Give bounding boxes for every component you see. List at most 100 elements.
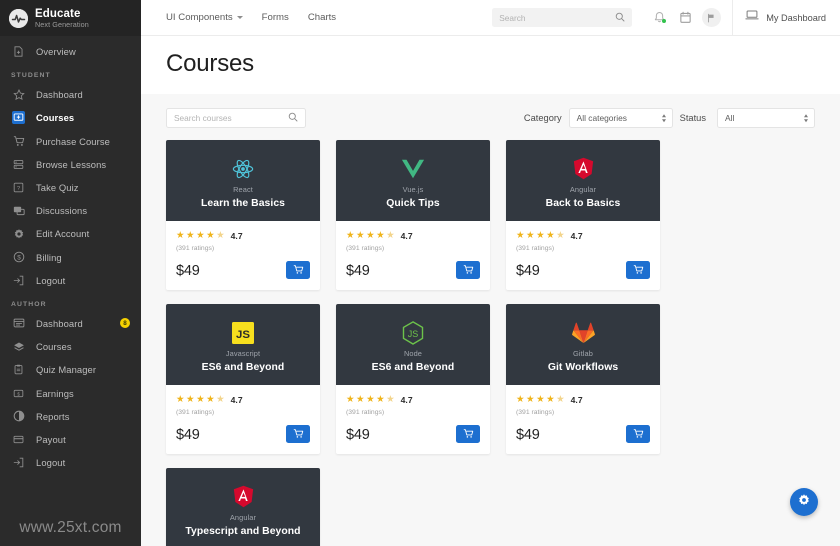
course-title: Git Workflows	[548, 362, 618, 373]
course-search[interactable]	[166, 108, 306, 128]
star-icon: ★	[536, 395, 545, 405]
sidebar-item-purchase-course[interactable]: Purchase Course	[0, 130, 141, 153]
status-select[interactable]: All	[717, 108, 815, 128]
sidebar-item-take-quiz[interactable]: ? Take Quiz	[0, 176, 141, 199]
sidebar-item-logout-student[interactable]: Logout	[0, 269, 141, 292]
sidebar-item-dashboard-student[interactable]: Dashboard	[0, 83, 141, 106]
app-root: Educate Next Generation Overview STUDENT…	[0, 0, 840, 546]
course-card[interactable]: JSNodeES6 and Beyond★★★★★4.7(391 ratings…	[336, 304, 490, 454]
star-icon: ★	[556, 231, 565, 241]
status-value: All	[725, 113, 734, 123]
vue-icon	[401, 157, 425, 181]
course-card-hero: JSNodeES6 and Beyond	[336, 304, 490, 385]
add-to-cart-button[interactable]	[456, 261, 480, 279]
sidebar-item-courses-author[interactable]: Courses	[0, 335, 141, 358]
tab-ui-components[interactable]: UI Components	[166, 12, 243, 23]
course-card[interactable]: ReactLearn the Basics★★★★★4.7(391 rating…	[166, 140, 320, 290]
course-card[interactable]: GitlabGit Workflows★★★★★4.7(391 ratings)…	[506, 304, 660, 454]
topbar-right: My Dashboard	[492, 0, 840, 36]
course-card[interactable]: JSJavascriptES6 and Beyond★★★★★4.7(391 r…	[166, 304, 320, 454]
course-grid: ReactLearn the Basics★★★★★4.7(391 rating…	[162, 140, 819, 546]
sidebar-item-logout-author[interactable]: Logout	[0, 451, 141, 474]
money-icon: $	[12, 387, 25, 400]
star-icon: ★	[366, 395, 375, 405]
star-icon: ★	[376, 231, 385, 241]
add-to-cart-button[interactable]	[626, 261, 650, 279]
sidebar-item-label: Logout	[36, 457, 65, 468]
ratings-count: (391 ratings)	[176, 245, 310, 252]
star-icon: ★	[546, 231, 555, 241]
star-icon: ★	[206, 395, 215, 405]
tab-forms[interactable]: Forms	[262, 12, 289, 23]
gitlab-icon	[572, 321, 595, 345]
add-to-cart-button[interactable]	[456, 425, 480, 443]
course-card-body: ★★★★★4.7(391 ratings)$49	[336, 385, 490, 454]
sidebar-item-earnings[interactable]: $ Earnings	[0, 381, 141, 404]
stepper-icon	[804, 114, 808, 122]
sidebar-item-overview[interactable]: Overview	[0, 40, 141, 63]
layers-icon	[12, 340, 25, 353]
course-price: $49	[346, 263, 370, 279]
course-card-body: ★★★★★4.7(391 ratings)$49	[166, 385, 320, 454]
content-area: Category All categories Status All React…	[141, 94, 840, 546]
flag-icon	[702, 8, 721, 27]
cart-icon	[293, 263, 304, 278]
course-card-hero: AngularTypescript and Beyond	[166, 468, 320, 546]
ratings-count: (391 ratings)	[176, 409, 310, 416]
brand-header[interactable]: Educate Next Generation	[0, 0, 141, 36]
star-icon: ★	[216, 395, 225, 405]
star-icon: ★	[386, 231, 395, 241]
course-card-body: ★★★★★4.7(391 ratings)$49	[166, 221, 320, 290]
sidebar-item-label: Courses	[36, 112, 74, 123]
course-card[interactable]: AngularTypescript and Beyond★★★★★4.7(391…	[166, 468, 320, 546]
settings-fab-button[interactable]	[790, 488, 818, 516]
course-card-hero: Vue.jsQuick Tips	[336, 140, 490, 221]
sidebar-item-label: Logout	[36, 275, 65, 286]
category-select[interactable]: All categories	[569, 108, 673, 128]
sidebar-item-billing[interactable]: $ Billing	[0, 246, 141, 269]
svg-text:JS: JS	[408, 328, 419, 338]
search-courses-input[interactable]	[174, 113, 288, 123]
sidebar-item-discussions[interactable]: Discussions	[0, 199, 141, 222]
sidebar-item-edit-account[interactable]: Edit Account	[0, 222, 141, 245]
star-rating: ★★★★★	[516, 231, 565, 241]
star-icon: ★	[356, 231, 365, 241]
sidebar-item-label: Dashboard	[36, 318, 83, 329]
sidebar-item-reports[interactable]: Reports	[0, 405, 141, 428]
tab-charts[interactable]: Charts	[308, 12, 336, 23]
sidebar-item-dashboard-author[interactable]: Dashboard 8	[0, 312, 141, 335]
sidebar-item-quiz-manager[interactable]: Quiz Manager	[0, 358, 141, 381]
add-to-cart-button[interactable]	[626, 425, 650, 443]
course-card[interactable]: Vue.jsQuick Tips★★★★★4.7(391 ratings)$49	[336, 140, 490, 290]
cart-icon	[633, 427, 644, 442]
course-price: $49	[516, 263, 540, 279]
sidebar-nav: Overview STUDENT Dashboard Courses	[0, 36, 141, 474]
rating-value: 4.7	[231, 395, 243, 405]
flag-button[interactable]	[698, 8, 724, 27]
course-card-hero: ReactLearn the Basics	[166, 140, 320, 221]
global-search[interactable]	[492, 8, 632, 27]
sidebar-item-label: Billing	[36, 252, 62, 263]
add-to-cart-button[interactable]	[286, 261, 310, 279]
search-icon	[288, 109, 298, 127]
page-header: Courses	[141, 36, 840, 94]
search-input[interactable]	[499, 13, 615, 23]
sidebar-item-label: Quiz Manager	[36, 364, 96, 375]
course-card[interactable]: AngularBack to Basics★★★★★4.7(391 rating…	[506, 140, 660, 290]
sidebar-item-courses-student[interactable]: Courses	[0, 106, 141, 129]
category-label: Category	[524, 113, 562, 123]
sidebar-item-browse-lessons[interactable]: Browse Lessons	[0, 153, 141, 176]
search-icon	[615, 9, 625, 27]
rating-row: ★★★★★4.7	[516, 231, 650, 241]
rating-value: 4.7	[571, 395, 583, 405]
notifications-button[interactable]	[646, 11, 672, 24]
svg-text:?: ?	[17, 186, 21, 192]
add-to-cart-button[interactable]	[286, 425, 310, 443]
brand-subtitle: Next Generation	[35, 21, 89, 29]
watermark: www.25xt.com	[0, 519, 141, 537]
sidebar-item-payout[interactable]: Payout	[0, 428, 141, 451]
gear-icon	[797, 493, 811, 512]
my-dashboard-button[interactable]: My Dashboard	[745, 8, 840, 27]
calendar-button[interactable]	[672, 11, 698, 24]
cart-icon	[293, 427, 304, 442]
